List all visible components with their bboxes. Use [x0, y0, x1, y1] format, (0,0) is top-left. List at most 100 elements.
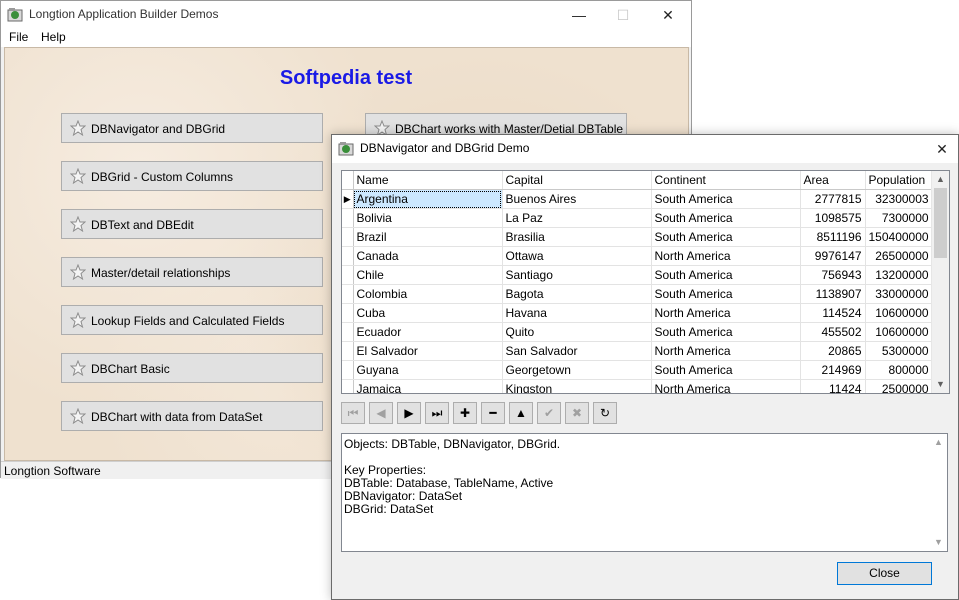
table-cell[interactable]: Georgetown [502, 360, 652, 380]
table-row[interactable]: Ecuador Quito South America 455502 10600000 [342, 322, 933, 342]
table-cell[interactable]: North America [651, 341, 801, 361]
table-cell[interactable]: La Paz [502, 208, 652, 228]
table-row[interactable]: Colombia Bagota South America 1138907 330000… [342, 284, 933, 304]
table-cell[interactable]: San Salvador [502, 341, 652, 361]
table-cell[interactable]: Quito [502, 322, 652, 342]
table-cell[interactable]: 11424 [800, 379, 866, 393]
first-record-button[interactable]: ⏮ [341, 402, 365, 424]
table-cell[interactable]: 756943 [800, 265, 866, 285]
close-button[interactable]: Close [837, 562, 932, 585]
table-cell[interactable]: 5300000 [865, 341, 933, 361]
main-title-bar[interactable]: Longtion Application Builder Demos — ☐ ✕ [1, 1, 691, 29]
table-cell[interactable]: 10600000 [865, 303, 933, 323]
table-cell[interactable]: Kingston [502, 379, 652, 393]
table-cell[interactable]: 150400000 [865, 227, 933, 247]
table-row[interactable]: Canada Ottawa North America 9976147 26500000 [342, 246, 933, 266]
refresh-button[interactable]: ↻ [593, 402, 617, 424]
table-cell[interactable]: 32300003 [865, 189, 933, 209]
table-row[interactable]: Cuba Havana North America 114524 10600000 [342, 303, 933, 323]
table-cell[interactable]: Guyana [353, 360, 503, 380]
grid-vertical-scrollbar[interactable]: ▲ ▼ [931, 171, 949, 393]
table-cell[interactable]: 9976147 [800, 246, 866, 266]
table-row[interactable]: Jamaica Kingston North America 11424 2500000 [342, 379, 933, 393]
scroll-up-icon[interactable]: ▲ [930, 434, 947, 451]
table-cell[interactable]: Buenos Aires [502, 189, 652, 209]
prior-record-button[interactable]: ◀ [369, 402, 393, 424]
post-record-button[interactable]: ✔ [537, 402, 561, 424]
column-header[interactable]: Population [865, 171, 933, 190]
dialog-close-icon[interactable]: ✕ [919, 135, 959, 163]
table-cell[interactable]: South America [651, 189, 801, 209]
table-cell[interactable]: North America [651, 379, 801, 393]
table-cell[interactable]: Ottawa [502, 246, 652, 266]
table-cell[interactable]: North America [651, 246, 801, 266]
db-grid[interactable]: Name Capital Continent Area Population ▶ Argen… [341, 170, 950, 394]
table-cell[interactable]: 13200000 [865, 265, 933, 285]
scroll-thumb[interactable] [934, 188, 947, 258]
minimize-button[interactable]: — [556, 1, 602, 29]
demo-button-dbtext-dbedit[interactable]: DBText and DBEdit [61, 209, 323, 239]
description-memo[interactable]: ▲ ▼ Objects: DBTable, DBNavigator, DBGri… [341, 433, 948, 552]
table-cell[interactable]: South America [651, 284, 801, 304]
table-cell[interactable]: 10600000 [865, 322, 933, 342]
menu-file[interactable]: File [9, 30, 28, 44]
table-cell[interactable]: 800000 [865, 360, 933, 380]
table-cell[interactable]: 114524 [800, 303, 866, 323]
demo-button-lookup-calculated[interactable]: Lookup Fields and Calculated Fields [61, 305, 323, 335]
table-cell[interactable]: 2500000 [865, 379, 933, 393]
scroll-up-icon[interactable]: ▲ [932, 171, 949, 188]
demo-button-dbchart-dataset[interactable]: DBChart with data from DataSet [61, 401, 323, 431]
column-header[interactable]: Name [353, 171, 503, 190]
demo-button-master-detail[interactable]: Master/detail relationships [61, 257, 323, 287]
column-header[interactable]: Continent [651, 171, 801, 190]
table-row[interactable]: Bolivia La Paz South America 1098575 7300000 [342, 208, 933, 228]
table-cell[interactable]: 2777815 [800, 189, 866, 209]
insert-record-button[interactable]: ✚ [453, 402, 477, 424]
maximize-button[interactable]: ☐ [600, 1, 646, 29]
table-row[interactable]: Guyana Georgetown South America 214969 80000… [342, 360, 933, 380]
table-cell[interactable]: South America [651, 360, 801, 380]
table-cell[interactable]: Argentina [353, 189, 503, 209]
table-cell[interactable]: 8511196 [800, 227, 866, 247]
table-row[interactable]: ▶ Argentina Buenos Aires South America 27778… [342, 189, 933, 209]
table-cell[interactable]: Bolivia [353, 208, 503, 228]
table-cell[interactable]: South America [651, 208, 801, 228]
table-cell[interactable]: North America [651, 303, 801, 323]
table-row[interactable]: El Salvador San Salvador North America 2086… [342, 341, 933, 361]
table-cell[interactable]: Brazil [353, 227, 503, 247]
table-cell[interactable]: 33000000 [865, 284, 933, 304]
table-cell[interactable]: Cuba [353, 303, 503, 323]
table-cell[interactable]: Chile [353, 265, 503, 285]
table-cell[interactable]: 20865 [800, 341, 866, 361]
demo-button-custom-columns[interactable]: DBGrid - Custom Columns [61, 161, 323, 191]
column-header[interactable]: Capital [502, 171, 652, 190]
last-record-button[interactable]: ⏭ [425, 402, 449, 424]
table-cell[interactable]: Canada [353, 246, 503, 266]
table-cell[interactable]: Bagota [502, 284, 652, 304]
dialog-title-bar[interactable]: DBNavigator and DBGrid Demo ✕ [332, 135, 958, 163]
close-window-button[interactable]: ✕ [645, 1, 691, 29]
scroll-down-icon[interactable]: ▼ [932, 376, 949, 393]
table-cell[interactable]: 1098575 [800, 208, 866, 228]
demo-button-dbchart-basic[interactable]: DBChart Basic [61, 353, 323, 383]
table-cell[interactable]: Colombia [353, 284, 503, 304]
table-cell[interactable]: Havana [502, 303, 652, 323]
table-cell[interactable]: Ecuador [353, 322, 503, 342]
memo-vertical-scrollbar[interactable]: ▲ ▼ [930, 434, 947, 551]
demo-button-dbnavigator-dbgrid[interactable]: DBNavigator and DBGrid [61, 113, 323, 143]
table-cell[interactable]: South America [651, 265, 801, 285]
table-cell[interactable]: Jamaica [353, 379, 503, 393]
table-cell[interactable]: El Salvador [353, 341, 503, 361]
table-cell[interactable]: Santiago [502, 265, 652, 285]
edit-record-button[interactable]: ▲ [509, 402, 533, 424]
delete-record-button[interactable]: ━ [481, 402, 505, 424]
table-cell[interactable]: 7300000 [865, 208, 933, 228]
next-record-button[interactable]: ▶ [397, 402, 421, 424]
table-cell[interactable]: 214969 [800, 360, 866, 380]
table-cell[interactable]: 455502 [800, 322, 866, 342]
menu-help[interactable]: Help [41, 30, 66, 44]
table-row[interactable]: Brazil Brasilia South America 8511196 150400… [342, 227, 933, 247]
table-row[interactable]: Chile Santiago South America 756943 13200000 [342, 265, 933, 285]
table-cell[interactable]: 26500000 [865, 246, 933, 266]
scroll-down-icon[interactable]: ▼ [930, 534, 947, 551]
